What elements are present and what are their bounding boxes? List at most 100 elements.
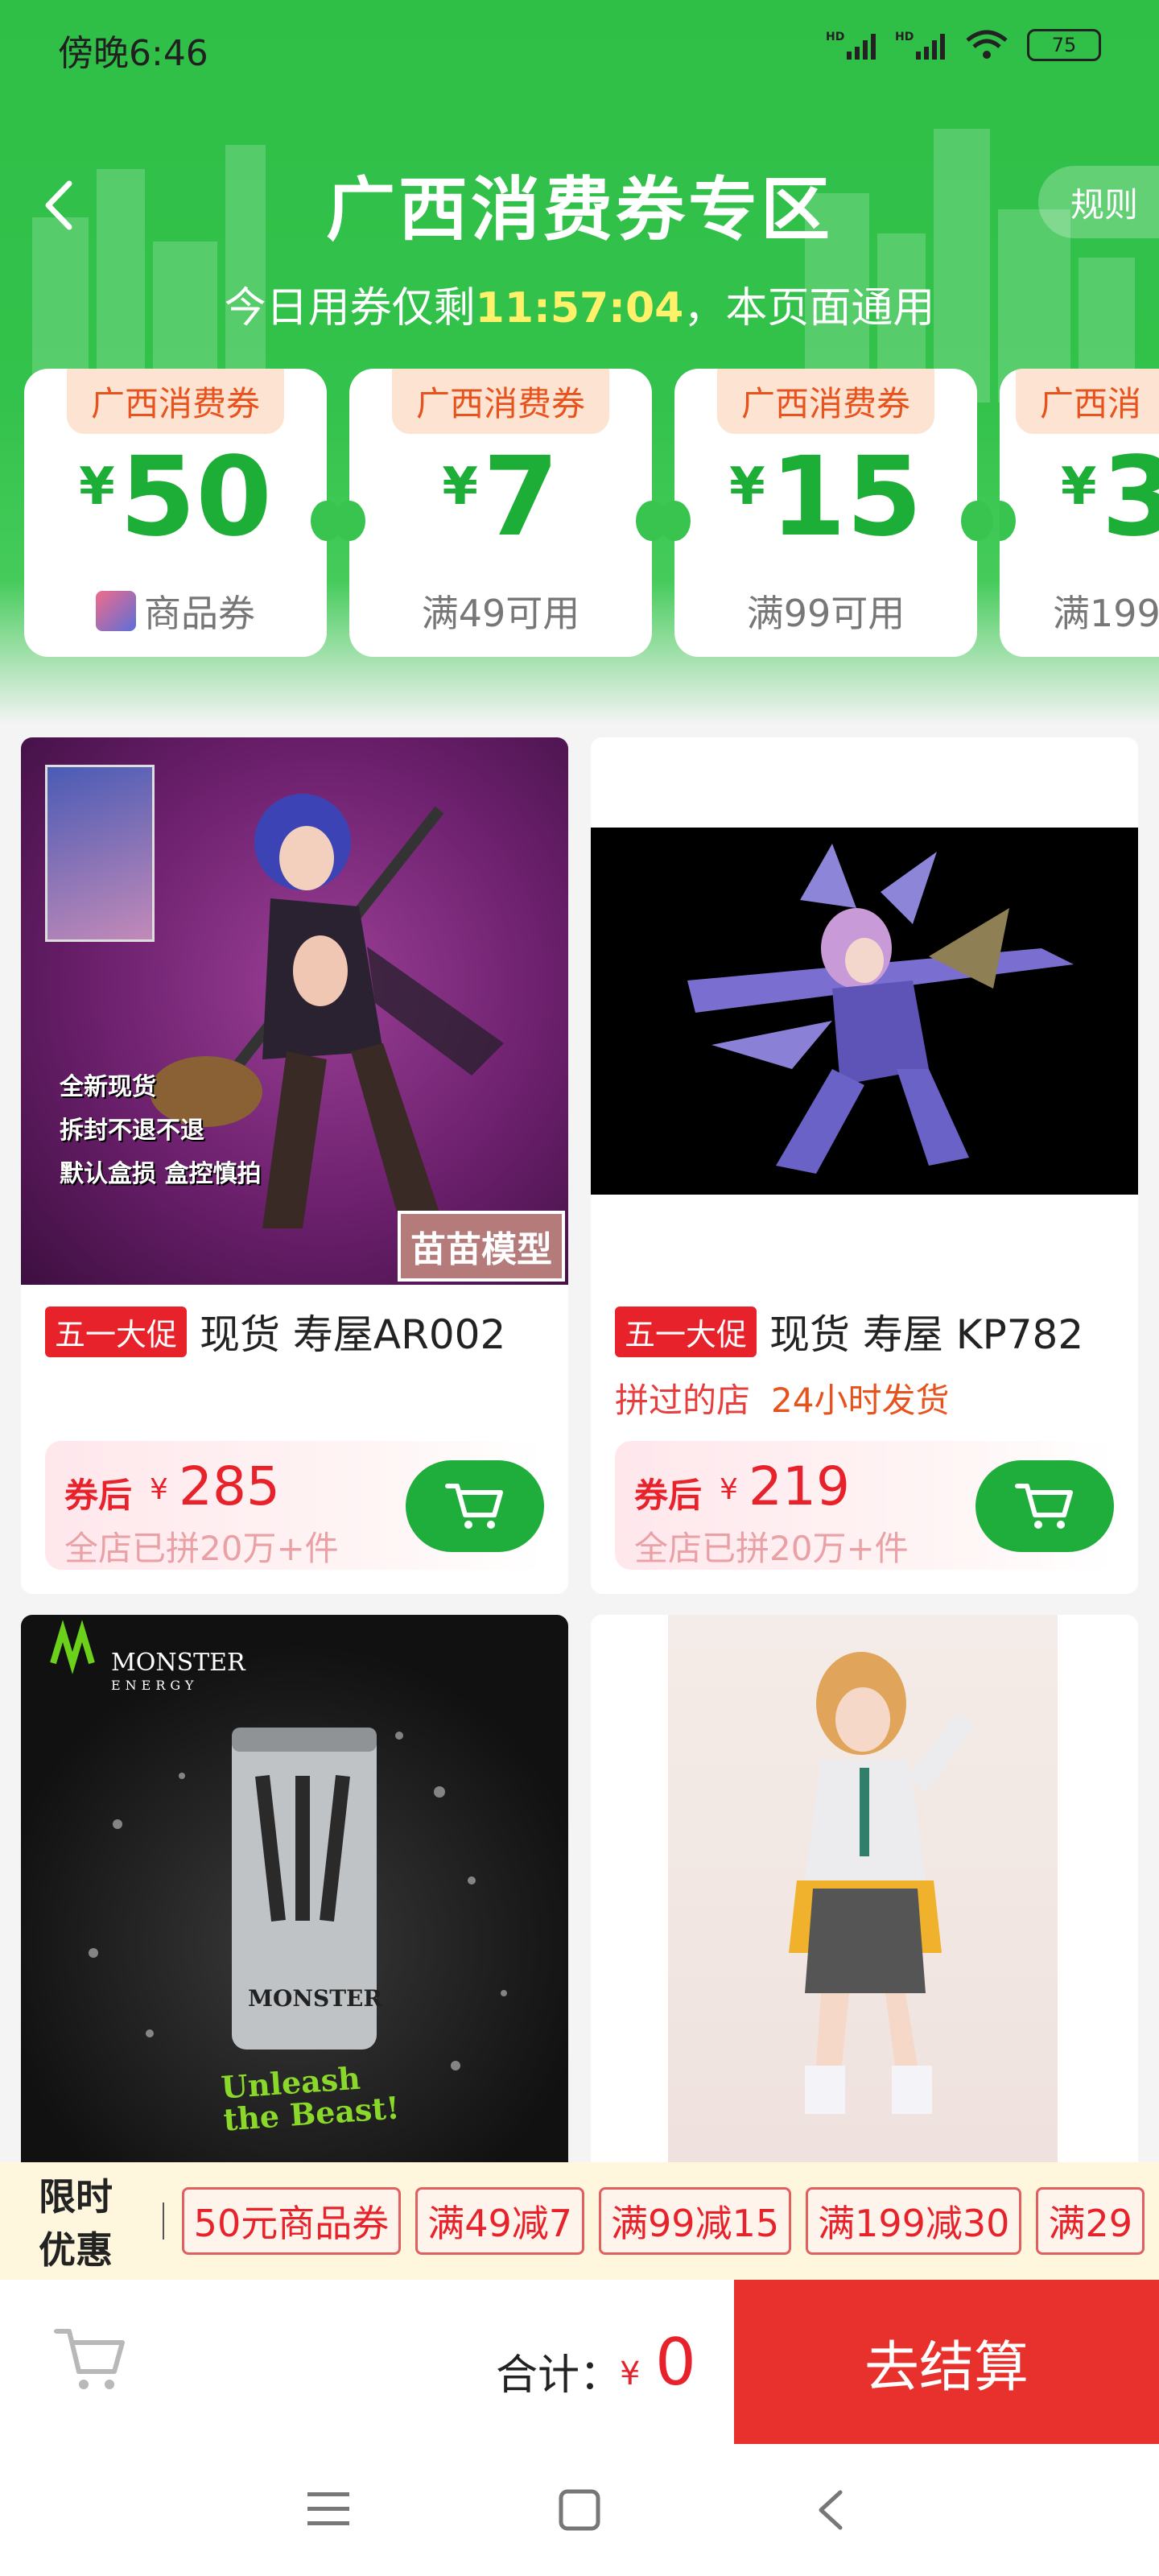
offer-chip[interactable]: 满49减7 [415, 2187, 585, 2255]
coupon-card[interactable]: 广西消费券 ¥15 满99可用 [658, 369, 993, 657]
menu-icon[interactable] [306, 2489, 351, 2529]
shop-stamp: 苗苗模型 [398, 1211, 565, 1282]
wifi-icon [966, 30, 1008, 59]
price-bar: 券后 ¥ 285 全店已拼20万+件 [45, 1441, 544, 1570]
coupon-tag: 广西消 [1016, 369, 1159, 434]
product-card[interactable] [591, 1615, 1138, 2162]
sold-count: 全店已拼20万+件 [64, 1529, 339, 1568]
overlay-line: 全新现货 [60, 1073, 156, 1101]
product-info: 五一大促 现货 寿屋AR002 [21, 1285, 568, 1360]
battery-icon: 75 [1027, 29, 1101, 61]
limited-offer-strip[interactable]: 限时优惠 50元商品券 满49减7 满99减15 满199减30 满29 [0, 2162, 1159, 2280]
cart-icon [445, 1484, 503, 1529]
price-bar: 券后 ¥ 219 全店已拼20万+件 [615, 1441, 1114, 1570]
coupon-currency: ¥ [729, 457, 765, 517]
coupon-notch [961, 501, 993, 541]
subtitle-suffix: ，本页面通用 [683, 284, 935, 332]
product-image[interactable]: MONSTER ENERGY MONSTER Unleash the Beast… [21, 1615, 568, 2162]
price-value: 219 [749, 1455, 850, 1517]
back-icon[interactable] [813, 2487, 848, 2533]
logo-line: ENERGY [111, 1678, 199, 1693]
svg-text:HD: HD [895, 31, 914, 43]
product-card[interactable]: 全新现货 拆封不退不退 默认盒损 盒控慎拍 苗苗模型 五一大促 现货 寿屋AR0… [21, 737, 568, 1594]
overlay-text: 全新现货 拆封不退不退 默认盒损 盒控慎拍 [60, 1066, 261, 1196]
product-card[interactable]: 五一大促 现货 寿屋 KP782 拼过的店 24小时发货 券后 ¥ 219 全店… [591, 737, 1138, 1594]
product-photo [591, 828, 1138, 1195]
coupon-notch [658, 501, 691, 541]
strip-title: 限时优惠 [39, 2175, 113, 2272]
overlay-line: 拆封不退不退 [60, 1117, 204, 1145]
status-icons: HD HD 75 [826, 29, 1101, 61]
offer-chip[interactable]: 满29 [1036, 2187, 1145, 2255]
offer-chip[interactable]: 满199减30 [806, 2187, 1022, 2255]
coupon-value: 3 [1101, 434, 1159, 561]
divider [162, 2202, 164, 2240]
coupon-amount: ¥50 [24, 443, 327, 552]
coupon-row[interactable]: 广西消费券 ¥50 商品券 广西消费券 ¥7 满49可用 广西消费券 ¥15 满… [24, 369, 1159, 657]
coupon-currency: ¥ [1061, 457, 1097, 517]
coupon-amount: ¥7 [349, 443, 652, 552]
coupon-currency: ¥ [79, 457, 115, 517]
coupon-amount: ¥15 [674, 443, 977, 552]
coupon-card[interactable]: 广西消费券 ¥7 满49可用 [333, 369, 668, 657]
header-banner: 傍晚6:46 HD HD 75 广西消费券专区 规则 今日用券仅剩11:57:0… [0, 0, 1159, 724]
coupon-value: 15 [769, 434, 922, 561]
product-info: 五一大促 现货 寿屋 KP782 拼过的店 24小时发货 [591, 1285, 1138, 1422]
coupon-card[interactable]: 广西消 ¥3 满199 [1000, 369, 1159, 657]
checkout-button[interactable]: 去结算 [734, 2280, 1159, 2444]
page-title: 广西消费券专区 [326, 170, 833, 250]
svg-text:HD: HD [826, 31, 844, 43]
figure-illustration [150, 794, 504, 1228]
status-time: 傍晚6:46 [58, 33, 208, 74]
coupon-tag: 广西消费券 [66, 369, 285, 434]
coupon-notch [333, 501, 365, 541]
status-bar: 傍晚6:46 HD HD 75 [0, 0, 1159, 97]
sold-count: 全店已拼20万+件 [634, 1529, 909, 1568]
offer-chip[interactable]: 满99减15 [599, 2187, 792, 2255]
checkout-bar: 合计： ¥ 0 去结算 [0, 2280, 1159, 2444]
coupon-tag: 广西消费券 [716, 369, 935, 434]
price-label: 券后 [64, 1476, 133, 1515]
brand-logo-text: MONSTER ENERGY [111, 1649, 245, 1697]
product-title[interactable]: 五一大促 现货 寿屋AR002 [45, 1302, 544, 1360]
shop-tag: 24小时发货 [771, 1381, 950, 1420]
product-photo [668, 1615, 1058, 2162]
cart-icon[interactable] [50, 2320, 130, 2401]
coupon-amount: ¥3 [1000, 443, 1159, 552]
price-label: 券后 [634, 1476, 703, 1515]
shop-tags: 拼过的店 24小时发货 [615, 1373, 1114, 1422]
coupon-card[interactable]: 广西消费券 ¥50 商品券 [24, 369, 343, 657]
home-icon[interactable] [557, 2487, 602, 2533]
add-to-cart-button[interactable] [406, 1460, 544, 1552]
product-title[interactable]: 五一大促 现货 寿屋 KP782 [615, 1302, 1114, 1360]
total-label: 合计： [496, 2351, 622, 2400]
price-currency: ¥ [720, 1473, 738, 1506]
total-amount: 0 [655, 2325, 696, 2400]
coupon-tag: 广西消费券 [391, 369, 610, 434]
rules-button[interactable]: 规则 [1038, 166, 1159, 238]
product-card[interactable]: MONSTER ENERGY MONSTER Unleash the Beast… [21, 1615, 568, 2162]
add-to-cart-button[interactable] [975, 1460, 1114, 1552]
product-image[interactable] [591, 737, 1138, 1285]
battery-level: 75 [1051, 34, 1077, 56]
overlay-line: 默认盒损 盒控慎拍 [60, 1160, 262, 1188]
coupon-value: 7 [482, 434, 559, 561]
coupon-value: 50 [119, 434, 272, 561]
product-image[interactable] [591, 1615, 1138, 2162]
price-value: 285 [179, 1455, 280, 1517]
logo-line: MONSTER [111, 1649, 245, 1677]
countdown-subtitle: 今日用券仅剩11:57:04，本页面通用 [0, 274, 1159, 334]
promo-badge: 五一大促 [45, 1306, 188, 1357]
product-title-text: 现货 寿屋AR002 [200, 1311, 506, 1358]
coupon-condition: 满49可用 [421, 592, 580, 635]
product-image[interactable]: 全新现货 拆封不退不退 默认盒损 盒控慎拍 苗苗模型 [21, 737, 568, 1285]
can-text: MONSTER [248, 1985, 382, 2012]
slogan: Unleash the Beast! [220, 2059, 401, 2138]
coupon-condition: 满99可用 [746, 592, 905, 635]
coupon-condition: 满199 [1053, 592, 1159, 635]
figure-illustration [687, 844, 1074, 1174]
signal-icon: HD [826, 31, 876, 60]
system-navigation-bar [0, 2444, 1159, 2576]
offer-chip[interactable]: 50元商品券 [181, 2187, 402, 2255]
coupon-condition-text: 商品券 [144, 592, 255, 635]
